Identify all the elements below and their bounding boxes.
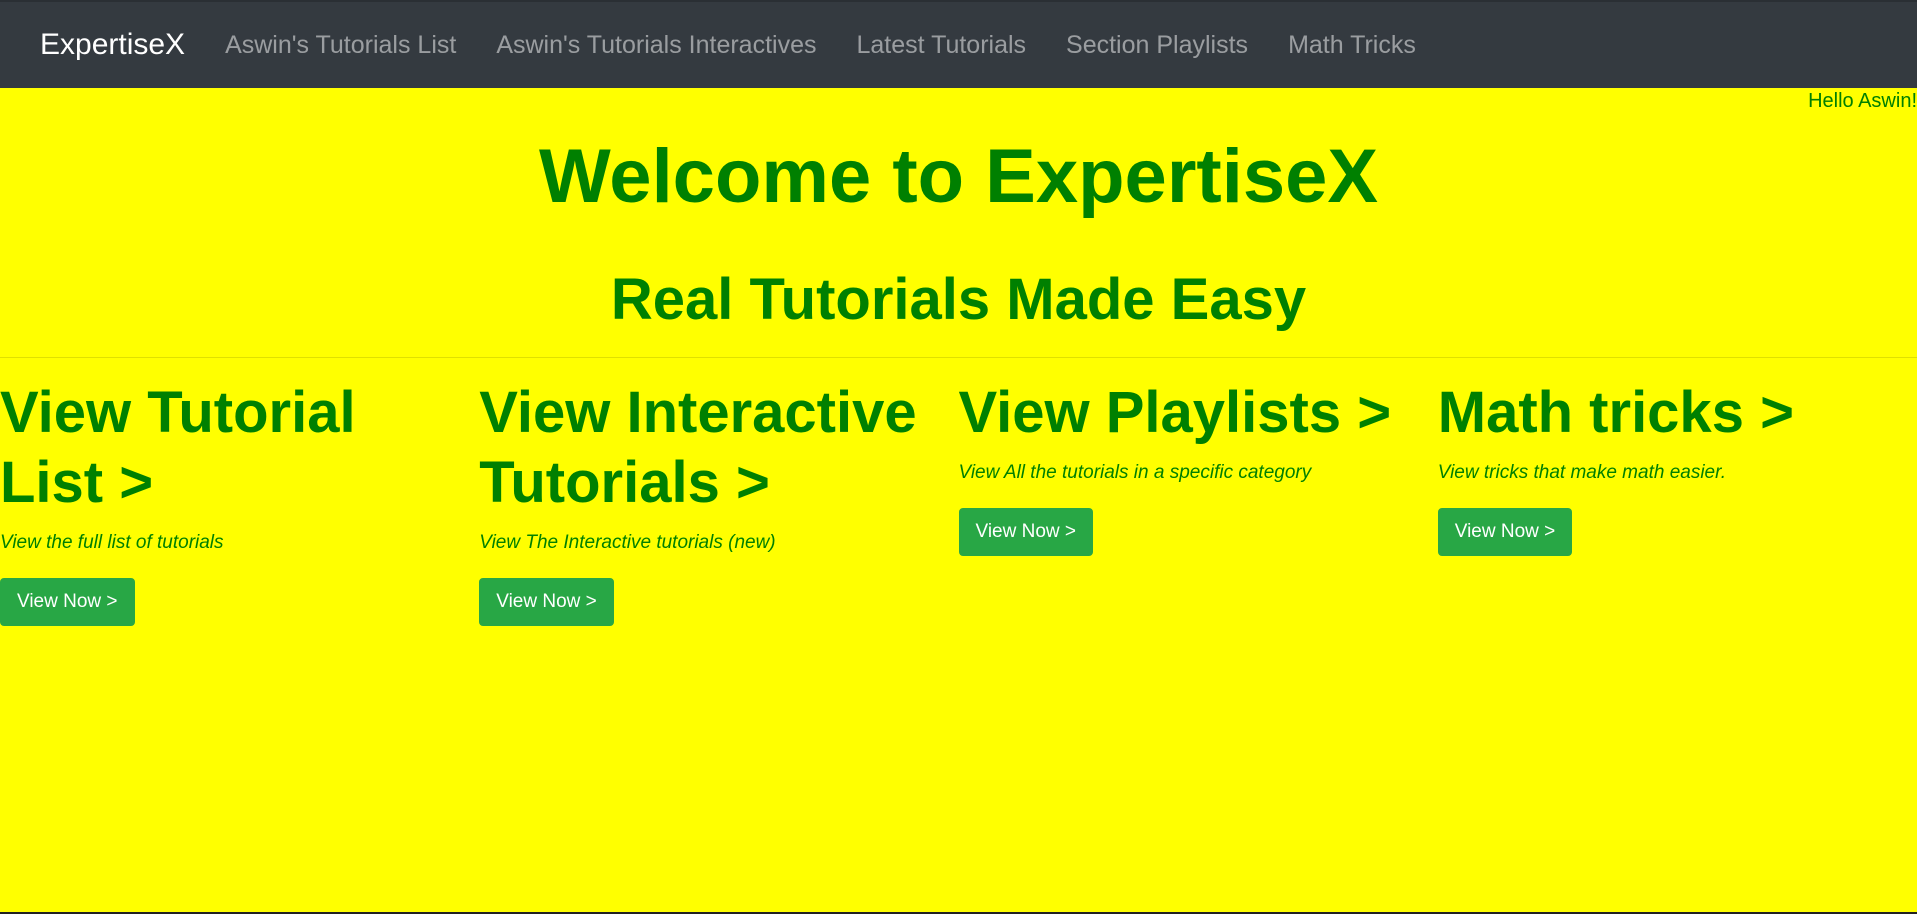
nav-link-section-playlists[interactable]: Section Playlists xyxy=(1066,31,1248,60)
nav-link-latest-tutorials[interactable]: Latest Tutorials xyxy=(857,31,1027,60)
card-title: View Tutorial List > xyxy=(0,380,356,515)
divider xyxy=(0,357,1917,358)
navbar: ExpertiseX Aswin's Tutorials List Aswin'… xyxy=(0,0,1917,88)
card-playlists: View Playlists > View All the tutorials … xyxy=(958,378,1438,626)
card-description: View All the tutorials in a specific cat… xyxy=(958,462,1312,483)
card-description: View the full list of tutorials xyxy=(0,532,224,553)
view-interactive-tutorials-button[interactable]: View Now > xyxy=(479,578,614,626)
card-description: View tricks that make math easier. xyxy=(1437,462,1727,483)
card-title: Math tricks > xyxy=(1437,380,1794,445)
page-title: Welcome to ExpertiseX xyxy=(538,134,1379,219)
view-playlists-button[interactable]: View Now > xyxy=(958,508,1094,556)
user-greeting: Hello Aswin! xyxy=(1808,90,1917,112)
nav-link-tutorials-interactives[interactable]: Aswin's Tutorials Interactives xyxy=(496,31,816,60)
brand-link[interactable]: ExpertiseX xyxy=(40,28,185,62)
view-tutorial-list-button[interactable]: View Now > xyxy=(0,578,135,626)
nav-link-math-tricks[interactable]: Math Tricks xyxy=(1288,31,1416,60)
page-subtitle: Real Tutorials Made Easy xyxy=(610,267,1307,332)
view-math-tricks-button[interactable]: View Now > xyxy=(1437,508,1573,556)
card-interactive-tutorials: View Interactive Tutorials > View The In… xyxy=(479,378,958,626)
nav-link-tutorials-list[interactable]: Aswin's Tutorials List xyxy=(225,31,456,60)
card-description: View The Interactive tutorials (new) xyxy=(479,532,776,553)
card-row: View Tutorial List > View the full list … xyxy=(0,378,1917,626)
card-title: View Playlists > xyxy=(958,380,1392,445)
card-title: View Interactive Tutorials > xyxy=(479,380,917,515)
card-tutorial-list: View Tutorial List > View the full list … xyxy=(0,378,479,626)
card-math-tricks: Math tricks > View tricks that make math… xyxy=(1437,378,1917,626)
